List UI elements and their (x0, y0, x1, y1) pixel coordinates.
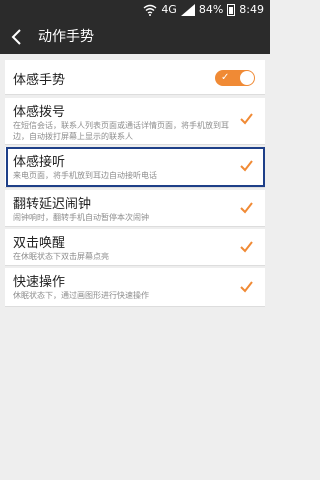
settings-list: 体感手势 ✓ 体感拨号 在短信会话，联系人列表页面或通话详情页面，将手机放到耳边… (0, 54, 270, 480)
setting-description: 在休眠状态下双击屏幕点亮 (13, 252, 109, 261)
setting-title: 快速操作 (13, 275, 66, 290)
setting-title: 体感拨号 (13, 105, 66, 120)
setting-description: 来电页面，将手机放到耳边自动接听电话 (13, 171, 157, 180)
toggle-check-icon: ✓ (221, 72, 230, 83)
checkbox-checked-icon[interactable] (239, 112, 253, 126)
signal-icon (180, 4, 195, 16)
setting-flip-alarm[interactable]: 翻转延迟闹钟 闹钟响时，翻转手机自动暂停本次闹钟 (5, 190, 265, 227)
checkbox-checked-icon[interactable] (239, 201, 253, 215)
toolbar: 动作手势 (0, 20, 270, 54)
checkbox-checked-icon[interactable] (239, 159, 253, 173)
setting-quick-operation[interactable]: 快速操作 休眠状态下，通过画图形进行快速操作 (5, 268, 265, 307)
setting-description: 休眠状态下，通过画图形进行快速操作 (13, 291, 149, 300)
setting-title: 双击唤醒 (13, 236, 66, 251)
setting-description: 在短信会话，联系人列表页面或通话详情页面，将手机放到耳边，自动拨打屏幕上显示的联… (13, 121, 229, 141)
page-title: 动作手势 (38, 29, 94, 45)
back-icon[interactable] (6, 26, 28, 48)
battery-percent: 84% (198, 3, 224, 16)
battery-icon (227, 4, 236, 16)
network-type: 4G (161, 3, 177, 16)
setting-double-tap-wake[interactable]: 双击唤醒 在休眠状态下双击屏幕点亮 (5, 229, 265, 266)
setting-title: 翻转延迟闹钟 (13, 197, 92, 212)
setting-title: 体感手势 (13, 73, 66, 88)
setting-gesture-master[interactable]: 体感手势 ✓ (5, 60, 265, 95)
setting-smart-dial[interactable]: 体感拨号 在短信会话，联系人列表页面或通话详情页面，将手机放到耳边，自动拨打屏幕… (5, 98, 265, 145)
checkbox-checked-icon[interactable] (239, 240, 253, 254)
setting-description: 闹钟响时，翻转手机自动暂停本次闹钟 (13, 213, 149, 222)
checkbox-checked-icon[interactable] (239, 280, 253, 294)
status-bar: 4G 84% 8:49 (0, 0, 270, 20)
toggle-knob (240, 71, 254, 85)
clock: 8:49 (239, 3, 264, 16)
status-icons: 4G 84% 8:49 (143, 3, 264, 17)
wifi-icon (143, 4, 157, 16)
setting-smart-answer[interactable]: 体感接听 来电页面，将手机放到耳边自动接听电话 (5, 147, 265, 188)
gesture-toggle[interactable]: ✓ (215, 70, 255, 86)
setting-title: 体感接听 (13, 155, 66, 170)
